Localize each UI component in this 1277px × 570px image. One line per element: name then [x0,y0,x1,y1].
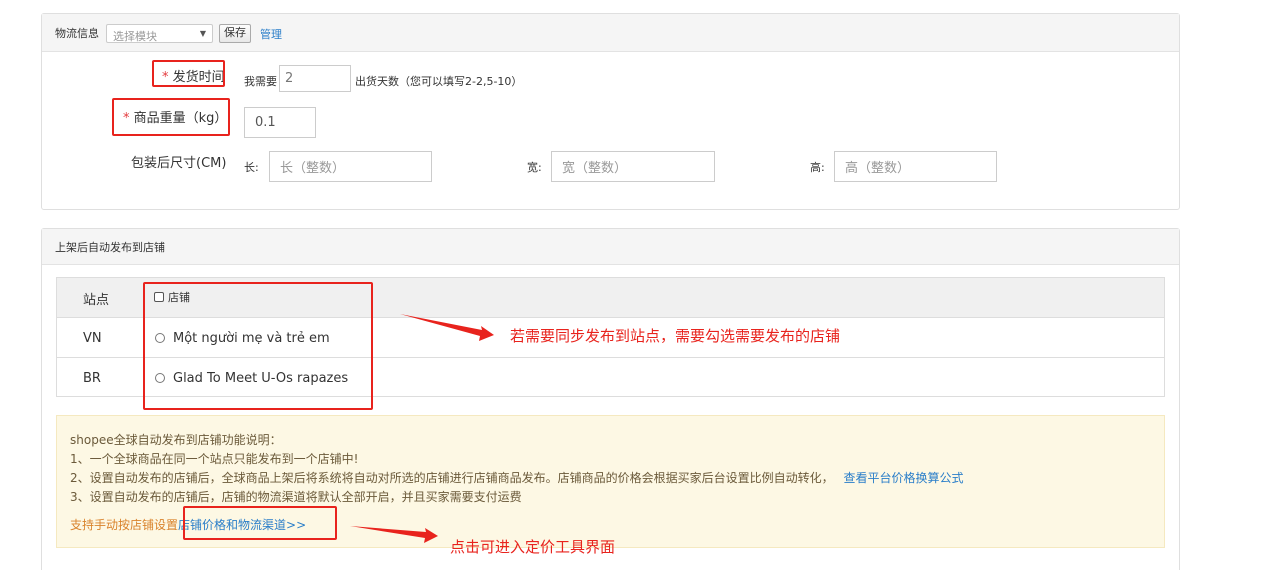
arrow-pricing-note [350,526,438,543]
shop-annotation-text: 若需要同步发布到站点，需要勾选需要发布的店铺 [510,327,841,345]
arrow-shop-note [400,314,494,341]
pricing-annotation-text: 点击可进入定价工具界面 [450,538,616,556]
annotation-arrows [350,314,494,543]
